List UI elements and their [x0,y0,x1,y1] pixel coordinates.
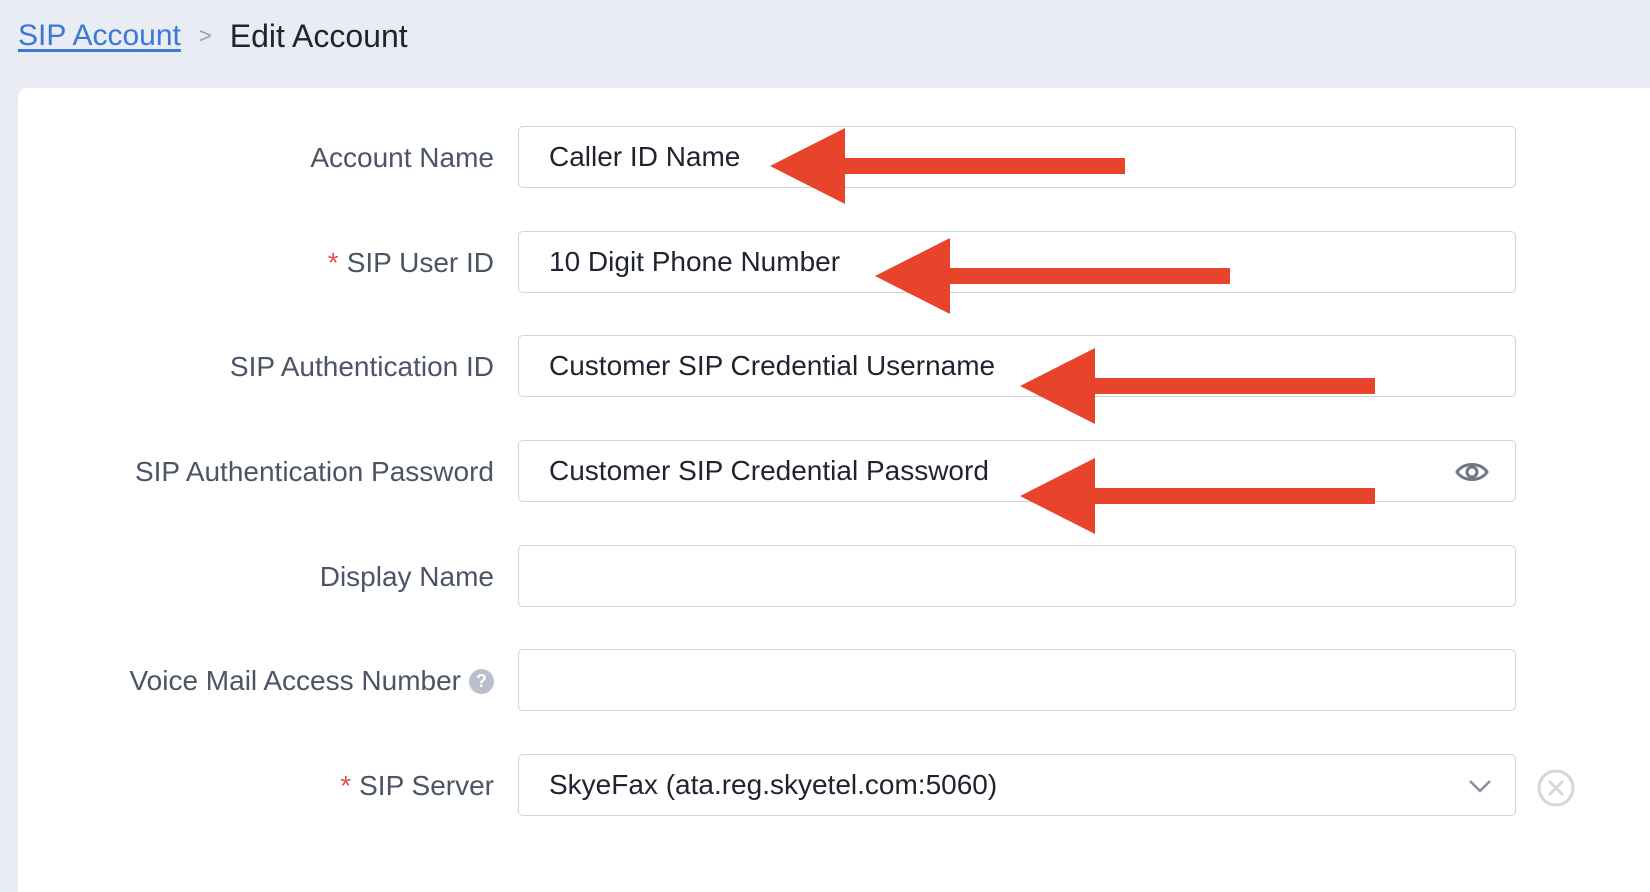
breadcrumb-separator: > [198,23,212,48]
form-row-sip-user-id: * SIP User ID [18,231,1650,295]
required-asterisk: * [340,770,352,801]
sip-auth-password-input[interactable] [519,441,1515,501]
voice-mail-access-number-input[interactable] [519,650,1515,710]
required-asterisk: * [327,247,339,278]
voice-mail-access-number-field-box [518,649,1516,711]
sip-auth-password-field-box [518,440,1516,502]
sip-server-select[interactable]: SkyeFax (ata.reg.skyetel.com:5060) [518,754,1516,816]
form-row-sip-auth-password: SIP Authentication Password [18,440,1650,504]
edit-account-page: SIP Account > Edit Account Account Name … [0,0,1650,892]
sip-server-label: * SIP Server [18,754,494,818]
account-name-label: Account Name [18,126,494,190]
voice-mail-access-number-label: Voice Mail Access Number ? [18,649,494,713]
close-circle-icon[interactable] [1536,768,1576,808]
display-name-label: Display Name [18,545,494,609]
account-name-label-text: Account Name [310,142,494,173]
sip-auth-id-label: SIP Authentication ID [18,335,494,399]
sip-server-label-text: SIP Server [359,770,494,801]
form-row-sip-server: * SIP Server SkyeFax (ata.reg.skyetel.co… [18,754,1650,818]
account-name-field-box [518,126,1516,188]
chevron-down-icon[interactable] [1467,773,1493,799]
sip-auth-id-input[interactable] [519,336,1515,396]
sip-user-id-input[interactable] [519,232,1515,292]
page-title: Edit Account [229,17,408,54]
sip-user-id-label-text: SIP User ID [346,247,494,278]
account-name-input[interactable] [519,127,1515,187]
display-name-input[interactable] [519,546,1515,606]
form-row-account-name: Account Name [18,126,1650,190]
form-card: Account Name * SIP User ID SIP Authentic… [18,88,1650,892]
form-row-sip-auth-id: SIP Authentication ID [18,335,1650,399]
display-name-field-box [518,545,1516,607]
sip-user-id-field-box [518,231,1516,293]
breadcrumb-sip-account-link[interactable]: SIP Account [18,19,181,53]
form-row-voice-mail-access-number: Voice Mail Access Number ? [18,649,1650,713]
voice-mail-access-number-label-text: Voice Mail Access Number [129,665,461,696]
sip-auth-id-field-box [518,335,1516,397]
sip-auth-password-label-text: SIP Authentication Password [134,456,494,487]
display-name-label-text: Display Name [319,561,494,592]
form-row-display-name: Display Name [18,545,1650,609]
sip-user-id-label: * SIP User ID [18,231,494,295]
question-mark-icon[interactable]: ? [469,668,494,694]
sip-auth-password-label: SIP Authentication Password [18,440,494,504]
sip-auth-id-label-text: SIP Authentication ID [229,351,494,382]
breadcrumb: SIP Account > Edit Account [18,14,408,58]
eye-icon[interactable] [1455,458,1489,486]
sip-server-selected-value: SkyeFax (ata.reg.skyetel.com:5060) [549,769,998,800]
